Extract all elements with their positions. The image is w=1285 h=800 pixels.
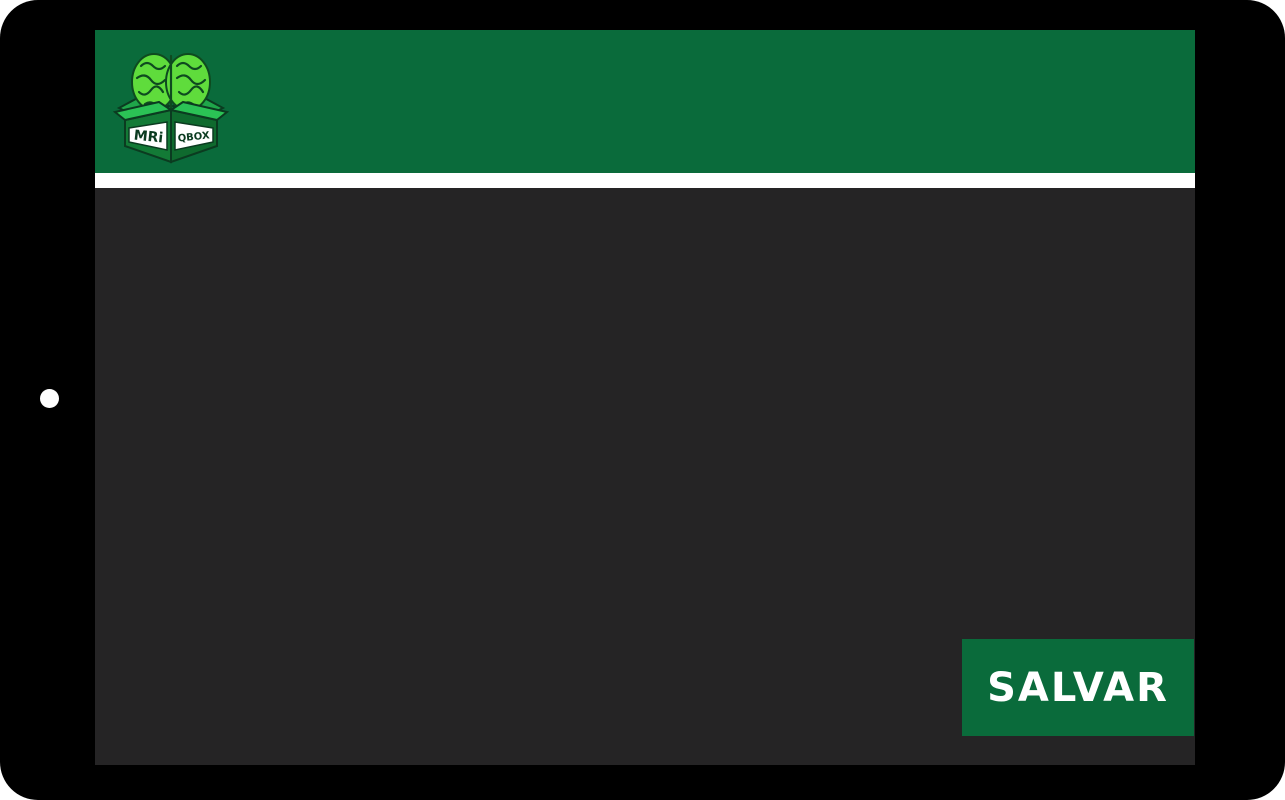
app-header: MRi QBOX (95, 30, 1195, 173)
tablet-frame: MRi QBOX SALVAR (0, 0, 1285, 800)
tablet-side-button (0, 62, 2, 154)
brain-in-box-icon: MRi QBOX (112, 53, 230, 164)
header-divider (95, 173, 1195, 188)
app-screen: MRi QBOX SALVAR (95, 30, 1195, 765)
logo-text-mri: MRi (133, 128, 164, 147)
mri-qbox-logo: MRi QBOX (111, 46, 231, 166)
save-button[interactable]: SALVAR (962, 639, 1194, 736)
tablet-camera-dot (40, 389, 59, 408)
